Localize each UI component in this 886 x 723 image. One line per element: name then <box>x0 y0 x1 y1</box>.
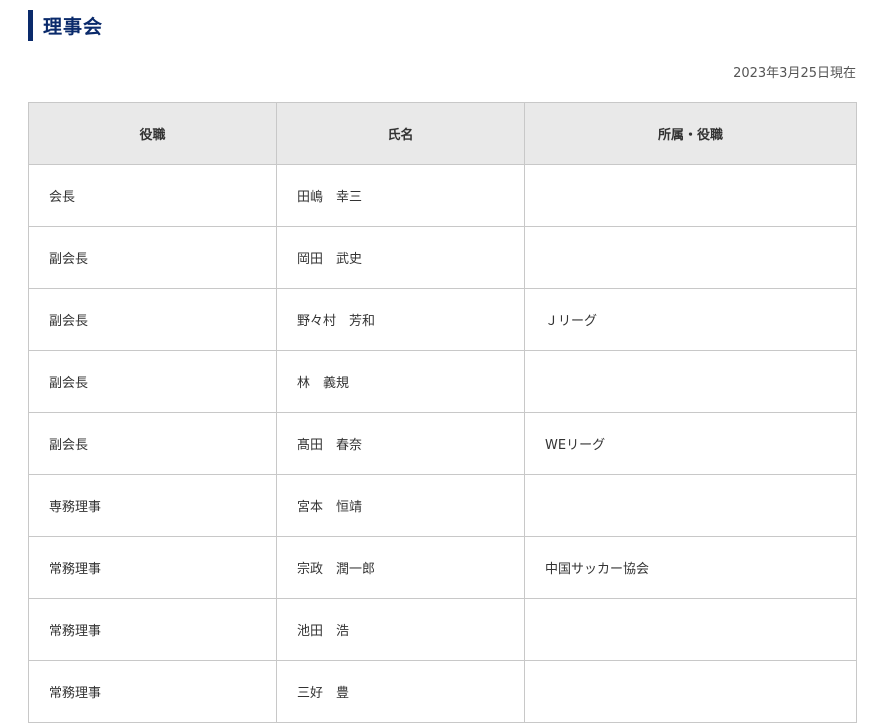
cell-affiliation: 中国サッカー協会 <box>524 536 857 599</box>
board-members-table: 役職 氏名 所属・役職 会長 田嶋 幸三 副会長 岡田 武史 副会長 野々村 芳… <box>28 102 857 723</box>
cell-affiliation <box>524 164 857 227</box>
table-row: 副会長 髙田 春奈 WEリーグ <box>28 412 857 475</box>
cell-affiliation: WEリーグ <box>524 412 857 475</box>
cell-name: 岡田 武史 <box>276 226 525 289</box>
header-affiliation: 所属・役職 <box>524 102 857 165</box>
cell-affiliation <box>524 350 857 413</box>
cell-affiliation <box>524 226 857 289</box>
cell-name: 髙田 春奈 <box>276 412 525 475</box>
cell-name: 林 義規 <box>276 350 525 413</box>
header-name: 氏名 <box>276 102 525 165</box>
table-row: 副会長 野々村 芳和 Ｊリーグ <box>28 288 857 351</box>
cell-name: 池田 浩 <box>276 598 525 661</box>
cell-role: 常務理事 <box>28 660 277 723</box>
cell-role: 副会長 <box>28 226 277 289</box>
cell-affiliation: Ｊリーグ <box>524 288 857 351</box>
table-row: 常務理事 宗政 潤一郎 中国サッカー協会 <box>28 536 857 599</box>
page-title: 理事会 <box>43 16 104 38</box>
cell-affiliation <box>524 474 857 537</box>
page: 理事会 2023年3月25日現在 役職 氏名 所属・役職 会長 田嶋 幸三 副会… <box>0 0 886 723</box>
cell-affiliation <box>524 660 857 723</box>
table-row: 副会長 林 義規 <box>28 350 857 413</box>
cell-name: 宗政 潤一郎 <box>276 536 525 599</box>
cell-role: 専務理事 <box>28 474 277 537</box>
cell-name: 三好 豊 <box>276 660 525 723</box>
cell-role: 常務理事 <box>28 536 277 599</box>
table-row: 会長 田嶋 幸三 <box>28 164 857 227</box>
table-row: 常務理事 池田 浩 <box>28 598 857 661</box>
table-row: 副会長 岡田 武史 <box>28 226 857 289</box>
table-row: 専務理事 宮本 恒靖 <box>28 474 857 537</box>
cell-role: 副会長 <box>28 412 277 475</box>
cell-role: 常務理事 <box>28 598 277 661</box>
cell-name: 田嶋 幸三 <box>276 164 525 227</box>
cell-role: 会長 <box>28 164 277 227</box>
as-of-date: 2023年3月25日現在 <box>733 66 856 81</box>
cell-role: 副会長 <box>28 288 277 351</box>
header-role: 役職 <box>28 102 277 165</box>
table-row: 常務理事 三好 豊 <box>28 660 857 723</box>
heading-accent-bar <box>28 10 33 41</box>
table-header-row: 役職 氏名 所属・役職 <box>28 102 857 165</box>
cell-name: 宮本 恒靖 <box>276 474 525 537</box>
cell-name: 野々村 芳和 <box>276 288 525 351</box>
section-heading: 理事会 <box>28 10 103 41</box>
cell-role: 副会長 <box>28 350 277 413</box>
cell-affiliation <box>524 598 857 661</box>
